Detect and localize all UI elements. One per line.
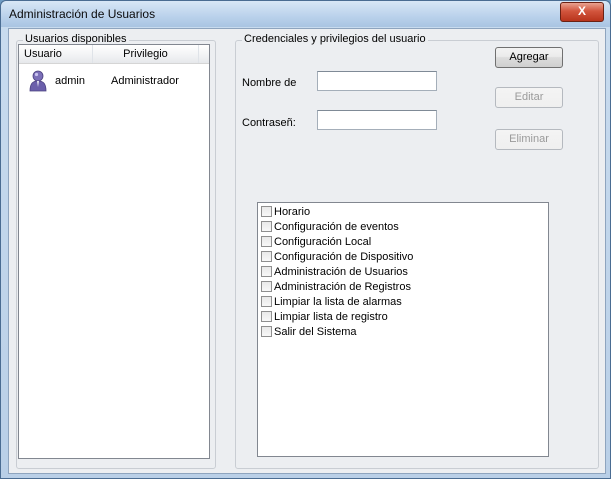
- permission-label: Limpiar lista de registro: [274, 311, 388, 323]
- permission-label: Administración de Usuarios: [274, 266, 408, 278]
- permission-item[interactable]: Horario: [261, 205, 310, 220]
- add-button[interactable]: Agregar: [495, 47, 563, 68]
- row-privilege: Administrador: [111, 75, 179, 87]
- user-admin-window: Administración de Usuarios X Usuarios di…: [0, 0, 611, 479]
- permission-label: Configuración de eventos: [274, 221, 399, 233]
- window-content: Usuarios disponibles Usuario Privilegio …: [8, 28, 606, 474]
- permission-item[interactable]: Administración de Usuarios: [261, 265, 408, 280]
- permission-label: Configuración de Dispositivo: [274, 251, 414, 263]
- column-header-user[interactable]: Usuario: [19, 45, 93, 63]
- close-button[interactable]: X: [560, 2, 604, 22]
- permission-item[interactable]: Limpiar lista de registro: [261, 310, 388, 325]
- permission-label: Horario: [274, 206, 311, 218]
- permission-label: Configuración Local: [274, 236, 372, 248]
- table-row[interactable]: admin Administrador: [19, 67, 209, 97]
- edit-button[interactable]: Editar: [495, 87, 563, 108]
- checkbox-clear-alarms[interactable]: [261, 296, 272, 307]
- checkbox-exit-system[interactable]: [261, 326, 272, 337]
- permission-item[interactable]: Salir del Sistema: [261, 325, 357, 340]
- title-bar[interactable]: Administración de Usuarios X: [1, 1, 610, 27]
- checkbox-event-config[interactable]: [261, 221, 272, 232]
- checkbox-clear-log[interactable]: [261, 311, 272, 322]
- credentials-legend: Credenciales y privilegios del usuario: [242, 33, 428, 45]
- permission-item[interactable]: Configuración de eventos: [261, 220, 399, 235]
- permission-label: Administración de Registros: [274, 281, 411, 293]
- row-user-name: admin: [55, 75, 85, 87]
- password-input[interactable]: [317, 110, 437, 130]
- checkbox-user-admin[interactable]: [261, 266, 272, 277]
- permission-label: Salir del Sistema: [274, 326, 357, 338]
- checkbox-log-admin[interactable]: [261, 281, 272, 292]
- window-title: Administración de Usuarios: [9, 7, 156, 21]
- checkbox-horario[interactable]: [261, 206, 272, 217]
- column-header-privilege[interactable]: Privilegio: [93, 45, 199, 63]
- close-icon: X: [577, 4, 586, 18]
- delete-button[interactable]: Eliminar: [495, 129, 563, 150]
- name-input[interactable]: [317, 71, 437, 91]
- permission-item[interactable]: Configuración de Dispositivo: [261, 250, 413, 265]
- users-listview[interactable]: Usuario Privilegio admin Administrador: [18, 44, 210, 459]
- checkbox-device-config[interactable]: [261, 251, 272, 262]
- permission-item[interactable]: Limpiar la lista de alarmas: [261, 295, 402, 310]
- permission-label: Limpiar la lista de alarmas: [274, 296, 402, 308]
- user-icon: [29, 70, 47, 92]
- permission-item[interactable]: Configuración Local: [261, 235, 371, 250]
- permission-item[interactable]: Administración de Registros: [261, 280, 411, 295]
- password-label: Contraseñ:: [242, 117, 296, 129]
- checkbox-local-config[interactable]: [261, 236, 272, 247]
- permissions-checklist: Horario Configuración de eventos Configu…: [257, 202, 549, 457]
- name-label: Nombre de: [242, 77, 297, 89]
- users-list-header: Usuario Privilegio: [19, 45, 209, 64]
